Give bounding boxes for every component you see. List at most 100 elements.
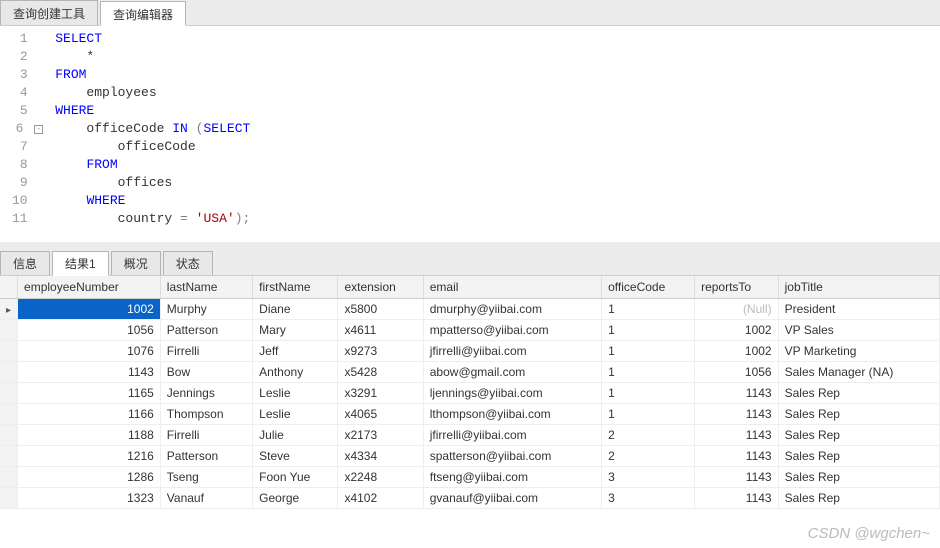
cell[interactable]: Diane [253,299,338,320]
cell[interactable]: Sales Rep [778,467,939,488]
cell[interactable]: 1143 [695,467,779,488]
cell[interactable]: dmurphy@yiibai.com [423,299,601,320]
result-tab[interactable]: 概况 [111,251,161,275]
table-row[interactable]: 1076FirrelliJeffx9273jfirrelli@yiibai.co… [0,341,940,362]
cell[interactable]: 2 [602,425,695,446]
cell[interactable]: 1143 [695,488,779,509]
cell[interactable]: gvanauf@yiibai.com [423,488,601,509]
cell[interactable]: x5800 [338,299,423,320]
cell[interactable]: 1002 [695,320,779,341]
cell[interactable]: 1143 [695,425,779,446]
cell[interactable]: Leslie [253,383,338,404]
cell[interactable]: Mary [253,320,338,341]
cell[interactable]: Anthony [253,362,338,383]
cell[interactable]: x9273 [338,341,423,362]
table-row[interactable]: 1056PattersonMaryx4611mpatterso@yiibai.c… [0,320,940,341]
code-line[interactable]: country = 'USA'); [55,210,250,228]
cell[interactable]: Patterson [160,320,252,341]
cell[interactable]: Vanauf [160,488,252,509]
column-header[interactable]: employeeNumber [18,276,161,299]
code-line[interactable]: WHERE [55,192,250,210]
cell[interactable]: jfirrelli@yiibai.com [423,425,601,446]
column-header[interactable]: lastName [160,276,252,299]
cell[interactable]: 1286 [18,467,161,488]
cell[interactable]: 1323 [18,488,161,509]
cell[interactable]: 1165 [18,383,161,404]
code-line[interactable]: offices [55,174,250,192]
cell[interactable]: x3291 [338,383,423,404]
code-line[interactable]: employees [55,84,250,102]
cell[interactable]: 1 [602,383,695,404]
cell[interactable]: Tseng [160,467,252,488]
cell[interactable]: 2 [602,446,695,467]
row-handle[interactable] [0,362,18,383]
cell[interactable]: Patterson [160,446,252,467]
cell[interactable]: Sales Rep [778,488,939,509]
row-handle[interactable] [0,488,18,509]
cell[interactable]: VP Sales [778,320,939,341]
cell[interactable]: lthompson@yiibai.com [423,404,601,425]
cell[interactable]: Steve [253,446,338,467]
cell[interactable]: x2248 [338,467,423,488]
table-row[interactable]: 1143BowAnthonyx5428abow@gmail.com11056Sa… [0,362,940,383]
cell[interactable]: Sales Manager (NA) [778,362,939,383]
cell[interactable]: Jennings [160,383,252,404]
cell[interactable]: 1002 [695,341,779,362]
code-line[interactable]: * [55,48,250,66]
cell[interactable]: (Null) [695,299,779,320]
code-line[interactable]: SELECT [55,30,250,48]
cell[interactable]: George [253,488,338,509]
cell[interactable]: Sales Rep [778,425,939,446]
row-handle[interactable] [0,299,18,320]
cell[interactable]: Firrelli [160,341,252,362]
column-header[interactable]: extension [338,276,423,299]
cell[interactable]: President [778,299,939,320]
cell[interactable]: Thompson [160,404,252,425]
table-row[interactable]: 1286TsengFoon Yuex2248ftseng@yiibai.com3… [0,467,940,488]
cell[interactable]: mpatterso@yiibai.com [423,320,601,341]
cell[interactable]: 1143 [695,446,779,467]
top-tab[interactable]: 查询创建工具 [0,0,98,25]
row-handle[interactable] [0,425,18,446]
column-header[interactable]: officeCode [602,276,695,299]
cell[interactable]: x5428 [338,362,423,383]
cell[interactable]: 1166 [18,404,161,425]
code-line[interactable]: officeCode [55,138,250,156]
table-row[interactable]: 1166ThompsonLesliex4065lthompson@yiibai.… [0,404,940,425]
cell[interactable]: Foon Yue [253,467,338,488]
cell[interactable]: x4611 [338,320,423,341]
cell[interactable]: 1143 [18,362,161,383]
row-handle[interactable] [0,404,18,425]
row-handle[interactable] [0,341,18,362]
table-row[interactable]: 1002MurphyDianex5800dmurphy@yiibai.com1(… [0,299,940,320]
top-tab[interactable]: 查询编辑器 [100,1,186,26]
result-tab[interactable]: 结果1 [52,251,109,276]
cell[interactable]: Sales Rep [778,446,939,467]
results-table[interactable]: employeeNumberlastNamefirstNameextension… [0,276,940,509]
cell[interactable]: x4334 [338,446,423,467]
row-handle[interactable] [0,320,18,341]
cell[interactable]: 1002 [18,299,161,320]
cell[interactable]: VP Marketing [778,341,939,362]
cell[interactable]: 1 [602,362,695,383]
column-header[interactable]: jobTitle [778,276,939,299]
table-row[interactable]: 1323VanaufGeorgex4102gvanauf@yiibai.com3… [0,488,940,509]
cell[interactable]: 1056 [18,320,161,341]
fold-icon[interactable]: - [34,125,43,134]
cell[interactable]: Firrelli [160,425,252,446]
cell[interactable]: Sales Rep [778,404,939,425]
code-line[interactable]: FROM [55,66,250,84]
cell[interactable]: 1 [602,320,695,341]
table-row[interactable]: 1216PattersonStevex4334spatterson@yiibai… [0,446,940,467]
cell[interactable]: 1188 [18,425,161,446]
table-row[interactable]: 1188FirrelliJuliex2173jfirrelli@yiibai.c… [0,425,940,446]
code-area[interactable]: SELECT *FROM employeesWHERE officeCode I… [47,26,250,232]
row-handle[interactable] [0,446,18,467]
code-line[interactable]: FROM [55,156,250,174]
cell[interactable]: x4102 [338,488,423,509]
cell[interactable]: Murphy [160,299,252,320]
cell[interactable]: x2173 [338,425,423,446]
cell[interactable]: Julie [253,425,338,446]
result-tab[interactable]: 状态 [163,251,213,275]
table-row[interactable]: 1165JenningsLesliex3291ljennings@yiibai.… [0,383,940,404]
